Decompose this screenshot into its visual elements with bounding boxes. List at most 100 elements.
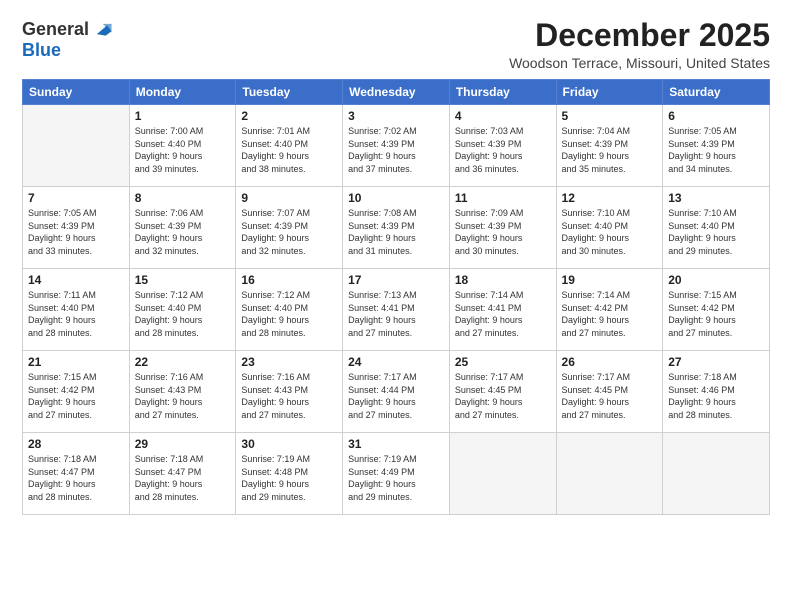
cell-info: Sunrise: 7:18 AM Sunset: 4:46 PM Dayligh… <box>668 371 764 421</box>
logo: General Blue <box>22 18 113 61</box>
day-number: 2 <box>241 109 337 123</box>
cell-info: Sunrise: 7:00 AM Sunset: 4:40 PM Dayligh… <box>135 125 231 175</box>
day-number: 19 <box>562 273 658 287</box>
calendar-cell: 5Sunrise: 7:04 AM Sunset: 4:39 PM Daylig… <box>556 105 663 187</box>
day-number: 31 <box>348 437 444 451</box>
calendar-header-wednesday: Wednesday <box>343 80 450 105</box>
calendar-cell <box>556 433 663 515</box>
calendar-cell: 17 Sunrise: 7:13 AM Sunset: 4:41 PM Dayli… <box>343 269 450 351</box>
cell-info: Sunrise: 7:18 AM Sunset: 4:47 PM Dayligh… <box>28 453 124 503</box>
cell-info: Sunrise: 7:17 AM Sunset: 4:44 PM Dayligh… <box>348 371 444 421</box>
calendar-cell: 16Sunrise: 7:12 AM Sunset: 4:40 PM Dayli… <box>236 269 343 351</box>
cell-info: Sunrise: 7:03 AM Sunset: 4:39 PM Dayligh… <box>455 125 551 175</box>
cell-info: Sunrise: 7:11 AM Sunset: 4:40 PM Dayligh… <box>28 289 124 339</box>
calendar-cell: 8Sunrise: 7:06 AM Sunset: 4:39 PM Daylig… <box>129 187 236 269</box>
day-number: 20 <box>668 273 764 287</box>
calendar-cell: 28 Sunrise: 7:18 AM Sunset: 4:47 PM Dayli… <box>23 433 130 515</box>
calendar-table: SundayMondayTuesdayWednesdayThursdayFrid… <box>22 79 770 515</box>
calendar-header-thursday: Thursday <box>449 80 556 105</box>
calendar-cell: 13 Sunrise: 7:10 AM Sunset: 4:40 PM Dayli… <box>663 187 770 269</box>
day-number: 4 <box>455 109 551 123</box>
day-number: 17 <box>348 273 444 287</box>
cell-info: Sunrise: 7:18 AM Sunset: 4:47 PM Dayligh… <box>135 453 231 503</box>
calendar-cell: 6Sunrise: 7:05 AM Sunset: 4:39 PM Daylig… <box>663 105 770 187</box>
logo-icon <box>91 18 113 40</box>
calendar-row-1: 7 Sunrise: 7:05 AM Sunset: 4:39 PM Daylig… <box>23 187 770 269</box>
cell-info: Sunrise: 7:05 AM Sunset: 4:39 PM Dayligh… <box>668 125 764 175</box>
calendar-cell: 1 Sunrise: 7:00 AM Sunset: 4:40 PM Daylig… <box>129 105 236 187</box>
logo-text: General <box>22 18 113 40</box>
cell-info: Sunrise: 7:17 AM Sunset: 4:45 PM Dayligh… <box>562 371 658 421</box>
calendar-row-2: 14 Sunrise: 7:11 AM Sunset: 4:40 PM Dayli… <box>23 269 770 351</box>
day-number: 3 <box>348 109 444 123</box>
day-number: 21 <box>28 355 124 369</box>
calendar-cell: 15 Sunrise: 7:12 AM Sunset: 4:40 PM Dayli… <box>129 269 236 351</box>
calendar-cell: 3Sunrise: 7:02 AM Sunset: 4:39 PM Daylig… <box>343 105 450 187</box>
day-number: 10 <box>348 191 444 205</box>
day-number: 15 <box>135 273 231 287</box>
day-number: 14 <box>28 273 124 287</box>
day-number: 30 <box>241 437 337 451</box>
calendar-cell: 4 Sunrise: 7:03 AM Sunset: 4:39 PM Daylig… <box>449 105 556 187</box>
day-number: 22 <box>135 355 231 369</box>
calendar-cell: 2 Sunrise: 7:01 AM Sunset: 4:40 PM Daylig… <box>236 105 343 187</box>
cell-info: Sunrise: 7:09 AM Sunset: 4:39 PM Dayligh… <box>455 207 551 257</box>
calendar-cell <box>663 433 770 515</box>
cell-info: Sunrise: 7:07 AM Sunset: 4:39 PM Dayligh… <box>241 207 337 257</box>
cell-info: Sunrise: 7:05 AM Sunset: 4:39 PM Dayligh… <box>28 207 124 257</box>
cell-info: Sunrise: 7:19 AM Sunset: 4:48 PM Dayligh… <box>241 453 337 503</box>
calendar-row-0: 1 Sunrise: 7:00 AM Sunset: 4:40 PM Daylig… <box>23 105 770 187</box>
day-number: 28 <box>28 437 124 451</box>
calendar-cell: 22Sunrise: 7:16 AM Sunset: 4:43 PM Dayli… <box>129 351 236 433</box>
cell-info: Sunrise: 7:16 AM Sunset: 4:43 PM Dayligh… <box>241 371 337 421</box>
calendar-cell: 12Sunrise: 7:10 AM Sunset: 4:40 PM Dayli… <box>556 187 663 269</box>
cell-info: Sunrise: 7:10 AM Sunset: 4:40 PM Dayligh… <box>668 207 764 257</box>
calendar-cell: 19 Sunrise: 7:14 AM Sunset: 4:42 PM Dayli… <box>556 269 663 351</box>
day-number: 27 <box>668 355 764 369</box>
cell-info: Sunrise: 7:14 AM Sunset: 4:42 PM Dayligh… <box>562 289 658 339</box>
calendar-cell: 24 Sunrise: 7:17 AM Sunset: 4:44 PM Dayli… <box>343 351 450 433</box>
cell-info: Sunrise: 7:12 AM Sunset: 4:40 PM Dayligh… <box>241 289 337 339</box>
day-number: 29 <box>135 437 231 451</box>
day-number: 23 <box>241 355 337 369</box>
calendar-cell: 31 Sunrise: 7:19 AM Sunset: 4:49 PM Dayli… <box>343 433 450 515</box>
calendar-row-4: 28 Sunrise: 7:18 AM Sunset: 4:47 PM Dayli… <box>23 433 770 515</box>
cell-info: Sunrise: 7:06 AM Sunset: 4:39 PM Dayligh… <box>135 207 231 257</box>
day-number: 25 <box>455 355 551 369</box>
logo-general: General <box>22 19 89 40</box>
day-number: 18 <box>455 273 551 287</box>
page: General Blue December 2025 Woodson Terra… <box>0 0 792 612</box>
day-number: 7 <box>28 191 124 205</box>
day-number: 26 <box>562 355 658 369</box>
cell-info: Sunrise: 7:12 AM Sunset: 4:40 PM Dayligh… <box>135 289 231 339</box>
calendar-header-monday: Monday <box>129 80 236 105</box>
day-number: 9 <box>241 191 337 205</box>
calendar-cell: 14 Sunrise: 7:11 AM Sunset: 4:40 PM Dayli… <box>23 269 130 351</box>
calendar-cell: 23 Sunrise: 7:16 AM Sunset: 4:43 PM Dayli… <box>236 351 343 433</box>
calendar-cell <box>23 105 130 187</box>
calendar-header-row: SundayMondayTuesdayWednesdayThursdayFrid… <box>23 80 770 105</box>
cell-info: Sunrise: 7:08 AM Sunset: 4:39 PM Dayligh… <box>348 207 444 257</box>
cell-info: Sunrise: 7:13 AM Sunset: 4:41 PM Dayligh… <box>348 289 444 339</box>
calendar-cell: 7 Sunrise: 7:05 AM Sunset: 4:39 PM Daylig… <box>23 187 130 269</box>
calendar-cell: 25Sunrise: 7:17 AM Sunset: 4:45 PM Dayli… <box>449 351 556 433</box>
cell-info: Sunrise: 7:19 AM Sunset: 4:49 PM Dayligh… <box>348 453 444 503</box>
cell-info: Sunrise: 7:14 AM Sunset: 4:41 PM Dayligh… <box>455 289 551 339</box>
calendar-cell: 18 Sunrise: 7:14 AM Sunset: 4:41 PM Dayli… <box>449 269 556 351</box>
cell-info: Sunrise: 7:15 AM Sunset: 4:42 PM Dayligh… <box>28 371 124 421</box>
cell-info: Sunrise: 7:01 AM Sunset: 4:40 PM Dayligh… <box>241 125 337 175</box>
location: Woodson Terrace, Missouri, United States <box>509 55 770 71</box>
calendar-cell: 10 Sunrise: 7:08 AM Sunset: 4:39 PM Dayli… <box>343 187 450 269</box>
cell-info: Sunrise: 7:04 AM Sunset: 4:39 PM Dayligh… <box>562 125 658 175</box>
cell-info: Sunrise: 7:10 AM Sunset: 4:40 PM Dayligh… <box>562 207 658 257</box>
month-title: December 2025 <box>509 18 770 53</box>
calendar-cell: 26 Sunrise: 7:17 AM Sunset: 4:45 PM Dayli… <box>556 351 663 433</box>
day-number: 24 <box>348 355 444 369</box>
day-number: 1 <box>135 109 231 123</box>
calendar-cell: 9 Sunrise: 7:07 AM Sunset: 4:39 PM Daylig… <box>236 187 343 269</box>
day-number: 13 <box>668 191 764 205</box>
calendar-header-sunday: Sunday <box>23 80 130 105</box>
cell-info: Sunrise: 7:15 AM Sunset: 4:42 PM Dayligh… <box>668 289 764 339</box>
logo-blue: Blue <box>22 40 61 60</box>
calendar-cell: 30 Sunrise: 7:19 AM Sunset: 4:48 PM Dayli… <box>236 433 343 515</box>
